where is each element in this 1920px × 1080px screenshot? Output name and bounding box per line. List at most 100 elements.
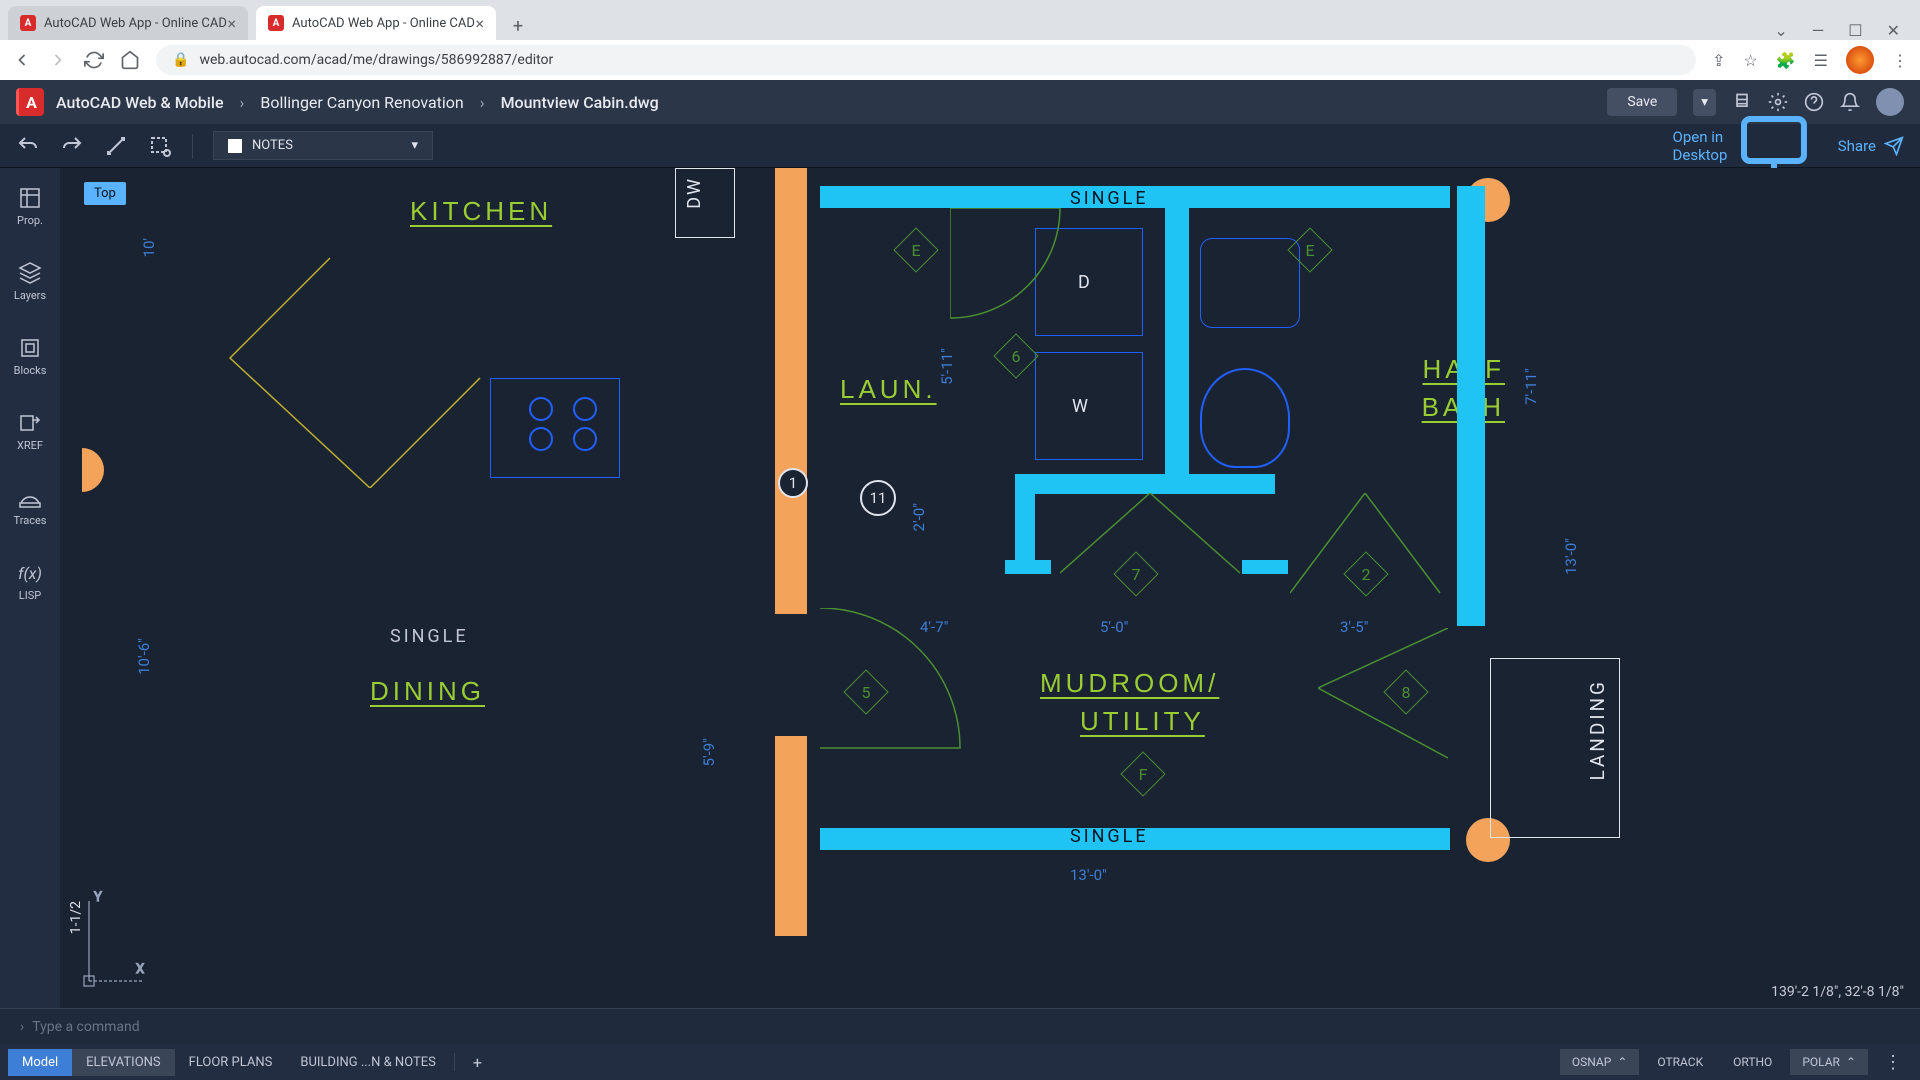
browser-tab-active[interactable]: A AutoCAD Web App - Online CAD × <box>256 6 496 40</box>
sidebar-item-label: Blocks <box>14 364 47 377</box>
landing-box: LANDING <box>1490 658 1620 838</box>
chevron-down-icon[interactable]: ⌄ <box>1774 21 1787 40</box>
sidebar-item-label: Layers <box>14 289 46 302</box>
add-layout-button[interactable]: + <box>459 1053 496 1072</box>
callout-marker: 1 <box>778 468 808 498</box>
layer-dropdown[interactable]: NOTES ▾ <box>213 131 433 160</box>
wall-segment <box>1015 474 1275 494</box>
drawing-canvas[interactable]: Top KITCHEN LAUN. HALF BATH MUDROOM/ UTI… <box>60 168 1920 1008</box>
sidebar-item-lisp[interactable]: f(x) LISP <box>0 555 60 608</box>
xref-icon <box>18 411 42 435</box>
kebab-icon[interactable]: ⋮ <box>1892 51 1908 70</box>
save-button[interactable]: Save <box>1607 88 1677 116</box>
layout-tab-model[interactable]: Model <box>8 1049 72 1076</box>
sidebar-item-xref[interactable]: XREF <box>0 405 60 458</box>
close-icon[interactable]: × <box>227 14 236 33</box>
drawing-content: KITCHEN LAUN. HALF BATH MUDROOM/ UTILITY… <box>60 168 1920 1008</box>
status-label: POLAR <box>1802 1055 1840 1069</box>
chevron-up-icon: ⌃ <box>1846 1055 1856 1069</box>
landing-label: LANDING <box>1586 679 1609 781</box>
dimension-text: 13'-0" <box>1562 538 1580 575</box>
dimension-text: 13'-0" <box>1070 866 1107 884</box>
undo-icon[interactable] <box>16 134 40 158</box>
maximize-icon[interactable]: ☐ <box>1848 21 1862 40</box>
door-swing <box>1290 493 1450 613</box>
column-marker <box>60 448 104 492</box>
sidebar-item-label: XREF <box>17 439 43 452</box>
close-window-icon[interactable]: ✕ <box>1887 21 1900 40</box>
lock-icon: 🔒 <box>172 52 189 68</box>
layout-tab-floorplans[interactable]: FLOOR PLANS <box>175 1049 287 1076</box>
polar-toggle[interactable]: POLAR ⌃ <box>1790 1049 1868 1075</box>
appliance-washer <box>1035 352 1143 460</box>
open-desktop-label: Open in Desktop <box>1673 128 1730 164</box>
bookmark-icon[interactable]: ☆ <box>1743 51 1757 70</box>
back-button[interactable] <box>12 50 32 70</box>
extensions-icon[interactable]: 🧩 <box>1776 51 1796 70</box>
reload-button[interactable] <box>84 50 104 70</box>
new-tab-button[interactable]: + <box>504 12 532 40</box>
sidebar-item-label: Traces <box>14 514 47 527</box>
traces-icon <box>18 486 42 510</box>
room-label-kitchen: KITCHEN <box>410 196 552 227</box>
left-sidebar: Prop. Layers Blocks XREF Traces f(x) LIS… <box>0 168 60 1008</box>
url-input[interactable]: 🔒 web.autocad.com/acad/me/drawings/58699… <box>156 45 1696 75</box>
tab-title: AutoCAD Web App - Online CAD <box>44 16 227 31</box>
share-button[interactable]: Share <box>1838 136 1904 156</box>
fixture-sink <box>1200 238 1300 328</box>
dimension-text: 5'-9" <box>700 738 718 766</box>
appliance-dw: DW <box>675 168 735 238</box>
autocad-favicon-icon: A <box>20 15 36 31</box>
toolbar: NOTES ▾ Open in Desktop Share <box>0 124 1920 168</box>
layout-tab-elevations[interactable]: ELEVATIONS <box>72 1049 174 1076</box>
address-bar: 🔒 web.autocad.com/acad/me/drawings/58699… <box>0 40 1920 80</box>
ortho-toggle[interactable]: ORTHO <box>1721 1049 1784 1075</box>
room-label-dining: DINING <box>370 676 485 707</box>
breadcrumb-project[interactable]: Bollinger Canyon Renovation <box>260 93 463 112</box>
chevron-right-icon: › <box>480 93 485 112</box>
layout-tab-building[interactable]: BUILDING ...N & NOTES <box>286 1049 450 1076</box>
send-icon <box>1884 136 1904 156</box>
profile-avatar[interactable] <box>1846 46 1874 74</box>
command-line[interactable]: › Type a command <box>0 1008 1920 1044</box>
reading-list-icon[interactable]: ☰ <box>1814 51 1828 70</box>
keynote-marker: 6 <box>1000 340 1032 372</box>
otrack-toggle[interactable]: OTRACK <box>1645 1049 1715 1075</box>
sidebar-item-properties[interactable]: Prop. <box>0 180 60 233</box>
minimize-icon[interactable]: — <box>1812 21 1825 40</box>
selection-icon[interactable] <box>148 134 172 158</box>
app-header: A AutoCAD Web & Mobile › Bollinger Canyo… <box>0 80 1920 124</box>
redo-icon[interactable] <box>60 134 84 158</box>
dimension-text: 5'-11" <box>938 348 956 385</box>
osnap-toggle[interactable]: OSNAP ⌃ <box>1560 1049 1640 1075</box>
sidebar-item-traces[interactable]: Traces <box>0 480 60 533</box>
sidebar-item-blocks[interactable]: Blocks <box>0 330 60 383</box>
dw-label: DW <box>676 169 713 217</box>
door-swing <box>950 208 1070 328</box>
door-swing <box>1318 628 1458 768</box>
wall-segment <box>1165 198 1189 494</box>
function-icon: f(x) <box>18 561 42 585</box>
brand-name[interactable]: AutoCAD Web & Mobile <box>56 93 224 112</box>
share-page-icon[interactable]: ⇪ <box>1712 51 1725 70</box>
tab-title: AutoCAD Web App - Online CAD <box>292 16 475 31</box>
status-kebab-icon[interactable]: ⋮ <box>1874 1052 1912 1073</box>
fixture-toilet <box>1200 368 1290 468</box>
forward-button[interactable] <box>48 50 68 70</box>
autocad-logo-icon[interactable]: A <box>16 88 44 116</box>
room-label-mudroom2: UTILITY <box>1080 706 1205 737</box>
home-button[interactable] <box>120 50 140 70</box>
browser-tab[interactable]: A AutoCAD Web App - Online CAD × <box>8 6 248 40</box>
keynote-marker: E <box>1294 234 1326 266</box>
browser-tab-strip: A AutoCAD Web App - Online CAD × A AutoC… <box>0 0 1920 40</box>
sidebar-item-layers[interactable]: Layers <box>0 255 60 308</box>
close-icon[interactable]: × <box>475 14 484 33</box>
sidebar-item-label: LISP <box>19 589 41 602</box>
wall-segment <box>775 736 807 936</box>
wall-segment <box>1015 474 1035 574</box>
keynote-marker: F <box>1127 758 1159 790</box>
room-label-laun: LAUN. <box>840 374 937 405</box>
breadcrumb-file: Mountview Cabin.dwg <box>501 93 659 112</box>
measure-icon[interactable] <box>104 134 128 158</box>
chevron-down-icon: ▾ <box>411 138 418 153</box>
